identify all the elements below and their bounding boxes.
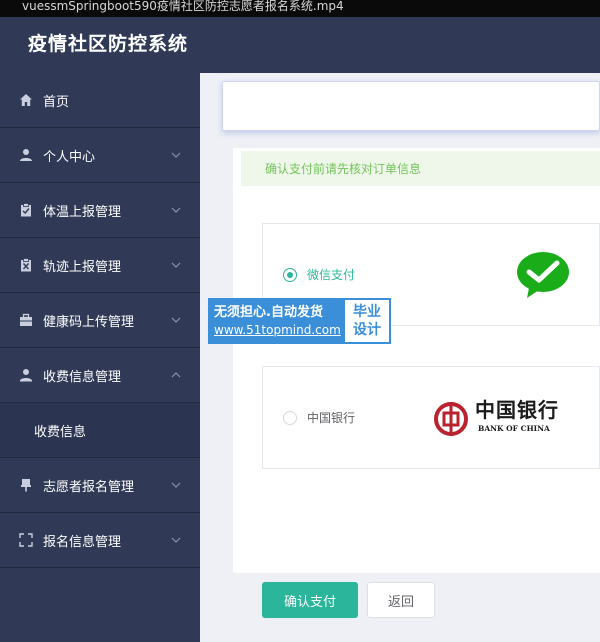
sidebar-item-trajectory[interactable]: 轨迹上报管理	[0, 238, 200, 293]
pin-icon	[18, 477, 34, 493]
sidebar-item-label: 志愿者报名管理	[43, 479, 135, 495]
payment-option-label: 中国银行	[307, 411, 356, 425]
app-header: 疫情社区防控系统	[0, 17, 600, 73]
chevron-up-icon	[170, 369, 182, 381]
chevron-down-icon	[170, 314, 182, 326]
clipboard-check-icon	[18, 202, 34, 218]
sidebar: 首页 个人中心 体温上报管理 轨迹上报管理 健康码上传管理 收费信息管理 收费信…	[0, 73, 200, 642]
chevron-down-icon	[170, 479, 182, 491]
bank-of-china-logo: 中国银行 BANK OF CHINA	[433, 399, 563, 439]
watermark-badge: 毕业 设计	[345, 300, 389, 342]
sidebar-item-label: 首页	[43, 94, 70, 110]
chevron-down-icon	[170, 204, 182, 216]
top-bar	[222, 81, 600, 131]
chevron-down-icon	[170, 149, 182, 161]
sidebar-item-label: 报名信息管理	[43, 534, 122, 550]
user-badge-icon	[18, 367, 34, 383]
chevron-down-icon	[170, 534, 182, 546]
wechat-pay-logo	[515, 250, 571, 300]
radio-wechat[interactable]	[283, 268, 297, 282]
sidebar-item-home[interactable]: 首页	[0, 73, 200, 128]
video-filename-bar: vuessmSpringboot590疫情社区防控志愿者报名系统.mp4	[0, 0, 600, 17]
back-button[interactable]: 返回	[367, 582, 435, 618]
confirm-payment-button[interactable]: 确认支付	[262, 582, 358, 618]
clipboard-x-icon	[18, 257, 34, 273]
watermark-url: www.51topmind.com	[214, 323, 341, 337]
watermark-text: 无须担心.自动发货 www.51topmind.com	[210, 300, 345, 342]
watermark-banner: 无须担心.自动发货 www.51topmind.com 毕业 设计	[208, 298, 391, 344]
sidebar-item-label: 健康码上传管理	[43, 314, 135, 330]
user-icon	[18, 147, 34, 163]
sidebar-item-fee-info[interactable]: 收费信息管理	[0, 348, 200, 403]
app-title: 疫情社区防控系统	[28, 33, 189, 55]
sidebar-subitem-fee-info[interactable]: 收费信息	[0, 403, 200, 458]
sidebar-item-health-code[interactable]: 健康码上传管理	[0, 293, 200, 348]
payment-option-label: 微信支付	[307, 268, 356, 282]
order-notice: 确认支付前请先核对订单信息	[241, 151, 600, 186]
sidebar-item-registration-info[interactable]: 报名信息管理	[0, 513, 200, 568]
sidebar-item-volunteer[interactable]: 志愿者报名管理	[0, 458, 200, 513]
sidebar-item-label: 个人中心	[43, 149, 96, 165]
sidebar-item-label: 轨迹上报管理	[43, 259, 122, 275]
payment-option-boc[interactable]: 中国银行 中国银行 BANK OF CHINA	[262, 366, 600, 469]
payment-panel: 确认支付前请先核对订单信息 微信支付 中国银行 中国银行 BANK OF CHI…	[233, 148, 600, 618]
watermark-badge-line1: 毕业	[353, 304, 381, 320]
main-content: 确认支付前请先核对订单信息 微信支付 中国银行 中国银行 BANK OF CHI…	[200, 73, 600, 642]
sidebar-item-label: 体温上报管理	[43, 204, 122, 220]
boc-logo-cn: 中国银行	[475, 398, 559, 422]
watermark-badge-line2: 设计	[353, 322, 381, 338]
boc-logo-en: BANK OF CHINA	[478, 424, 550, 433]
watermark-line1: 无须担心.自动发货	[214, 305, 323, 320]
radio-boc[interactable]	[283, 411, 297, 425]
sidebar-item-label: 收费信息管理	[43, 369, 122, 385]
sidebar-item-personal-center[interactable]: 个人中心	[0, 128, 200, 183]
briefcase-icon	[18, 312, 34, 328]
home-icon	[18, 92, 34, 108]
chevron-down-icon	[170, 259, 182, 271]
sidebar-item-temperature[interactable]: 体温上报管理	[0, 183, 200, 238]
fullscreen-icon	[18, 532, 34, 548]
